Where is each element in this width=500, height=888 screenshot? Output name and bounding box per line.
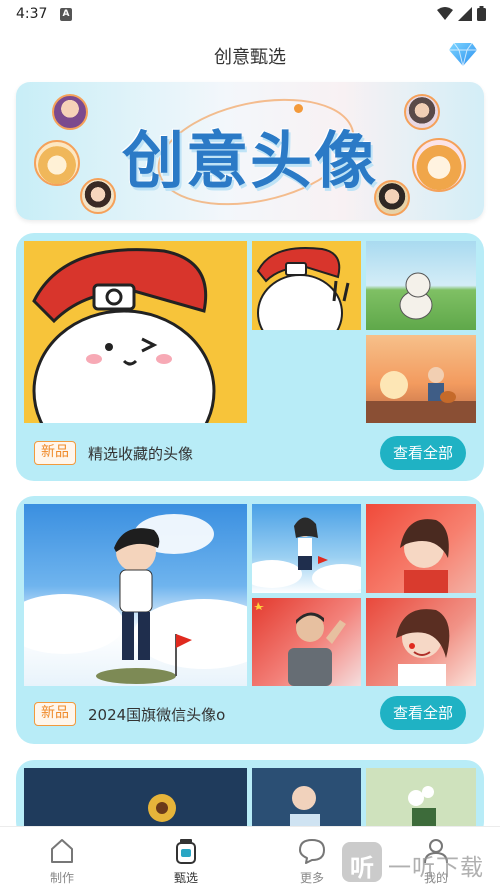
banner-avatar-4 xyxy=(404,94,440,130)
banner-avatar-6 xyxy=(374,180,410,216)
nav-item-select[interactable]: 甄选 xyxy=(156,833,216,885)
status-bar: 4:37 A xyxy=(0,0,500,30)
nav-label-make: 制作 xyxy=(49,871,74,885)
battery-icon xyxy=(477,6,486,21)
avatar-image-sunset-guitar[interactable] xyxy=(366,335,476,423)
new-badge: 新品 xyxy=(34,441,76,465)
jar-icon xyxy=(176,839,196,864)
site-watermark: 听 一听下载 xyxy=(342,842,498,886)
status-time: 4:37 xyxy=(16,6,48,22)
avatar-image-girl-flag-face[interactable] xyxy=(366,598,476,686)
avatar-image-girl-cliff[interactable] xyxy=(252,504,361,593)
app-header: 创意甄选 xyxy=(0,30,500,78)
avatar-image-bear-peace[interactable] xyxy=(252,241,361,330)
diamond-icon[interactable] xyxy=(448,40,478,68)
new-badge: 新品 xyxy=(34,702,76,726)
card-footer: 新品 精选收藏的头像 查看全部 xyxy=(16,429,484,479)
nav-label-select: 甄选 xyxy=(173,871,198,885)
card-title: 精选收藏的头像 xyxy=(88,445,194,463)
avatar-image-bear-grass[interactable] xyxy=(366,241,476,330)
creative-avatar-banner[interactable]: 创意头像 xyxy=(16,82,484,220)
signal-icon xyxy=(458,6,472,21)
status-icons xyxy=(437,6,486,21)
card-footer: 新品 2024国旗微信头像o 查看全部 xyxy=(16,692,484,742)
card-title: 2024国旗微信头像o xyxy=(88,706,226,724)
watermark-logo-glyph: 听 xyxy=(350,854,374,882)
chat-bubble-icon xyxy=(299,839,325,864)
banner-avatar-1 xyxy=(52,94,88,130)
home-icon xyxy=(51,839,73,863)
nav-item-more[interactable]: 更多 xyxy=(282,833,342,885)
avatar-image-boy-sky[interactable] xyxy=(24,504,247,686)
watermark-logo: 听 xyxy=(342,842,382,882)
page-title: 创意甄选 xyxy=(214,47,286,68)
view-all-button[interactable]: 查看全部 xyxy=(380,436,466,470)
view-all-button[interactable]: 查看全部 xyxy=(380,696,466,730)
watermark-text: 一听下载 xyxy=(388,855,484,881)
collection-card-flag[interactable]: 新品 2024国旗微信头像o 查看全部 xyxy=(16,496,484,744)
banner-avatar-5 xyxy=(412,138,466,192)
nav-label-more: 更多 xyxy=(299,871,324,885)
avatar-image-girl-red-flag[interactable] xyxy=(366,504,476,593)
sim-icon: A xyxy=(60,8,72,21)
banner-avatar-3 xyxy=(80,178,116,214)
nav-item-make[interactable]: 制作 xyxy=(32,833,92,885)
banner-avatar-2 xyxy=(34,140,80,186)
collection-card-featured[interactable]: 新品 精选收藏的头像 查看全部 xyxy=(16,233,484,481)
avatar-image-man-salute[interactable] xyxy=(252,598,361,686)
wifi-icon xyxy=(437,6,453,20)
avatar-image-bear-cap[interactable] xyxy=(24,241,247,423)
